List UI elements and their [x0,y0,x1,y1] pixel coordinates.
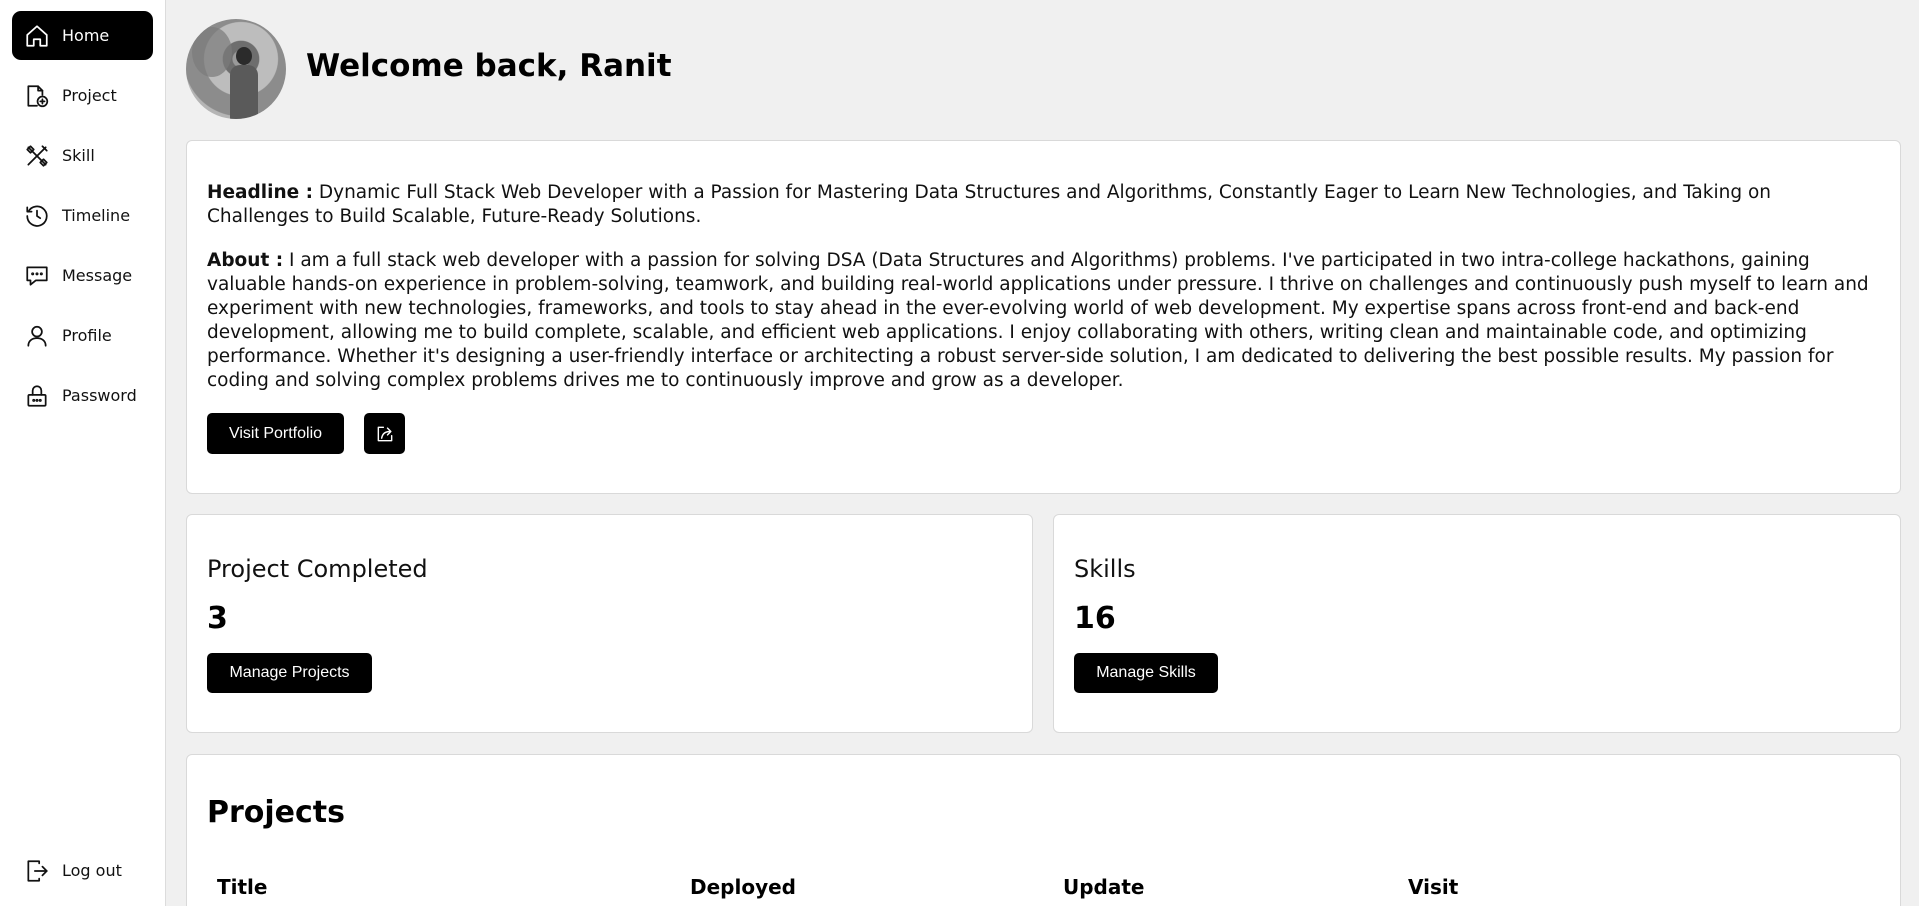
headline-value: Dynamic Full Stack Web Developer with a … [207,182,1772,227]
logout-label: Log out [62,861,122,880]
share-icon [375,424,395,444]
lock-icon [24,383,50,409]
column-header-update: Update [1063,875,1145,899]
sidebar-item-label: Message [62,266,133,285]
share-button[interactable] [364,413,405,454]
projects-stat-title: Project Completed [207,555,428,583]
sidebar: Home Project Skill Timeline Message Prof… [0,0,166,906]
intro-card: Headline : Dynamic Full Stack Web Develo… [186,140,1901,494]
projects-stat-card: Project Completed 3 Manage Projects [186,514,1033,733]
projects-stat-value: 3 [207,601,228,636]
sidebar-item-message[interactable]: Message [12,251,153,300]
app-root: Home Project Skill Timeline Message Prof… [0,0,1919,906]
home-icon [24,23,50,49]
sidebar-item-label: Skill [62,146,95,165]
main-content: Welcome back, Ranit Headline : Dynamic F… [166,0,1919,906]
column-header-visit: Visit [1408,875,1459,899]
visit-portfolio-button[interactable]: Visit Portfolio [207,413,344,454]
logout-icon [24,858,50,884]
avatar [186,19,286,119]
tools-icon [24,143,50,169]
clock-icon [24,203,50,229]
sidebar-item-profile[interactable]: Profile [12,311,153,360]
message-icon [24,263,50,289]
user-icon [24,323,50,349]
manage-projects-button[interactable]: Manage Projects [207,653,372,693]
file-plus-icon [24,83,50,109]
skills-stat-title: Skills [1074,555,1136,583]
manage-skills-button[interactable]: Manage Skills [1074,653,1218,693]
headline-text: Headline : Dynamic Full Stack Web Develo… [207,181,1877,229]
about-text: About : I am a full stack web developer … [207,249,1877,393]
sidebar-item-label: Home [62,26,110,45]
logout-button[interactable]: Log out [12,846,153,895]
sidebar-item-password[interactable]: Password [12,371,153,420]
headline-label: Headline : [207,182,313,203]
sidebar-item-home[interactable]: Home [12,11,153,60]
projects-table-title: Projects [207,795,346,830]
sidebar-item-label: Project [62,86,117,105]
sidebar-item-project[interactable]: Project [12,71,153,120]
sidebar-item-label: Profile [62,326,112,345]
about-label: About : [207,250,284,271]
sidebar-item-skill[interactable]: Skill [12,131,153,180]
page-title: Welcome back, Ranit [306,48,672,84]
sidebar-item-label: Timeline [62,206,131,225]
skills-stat-card: Skills 16 Manage Skills [1053,514,1901,733]
projects-table-card: Projects Title Deployed Update Visit [186,754,1901,906]
sidebar-item-timeline[interactable]: Timeline [12,191,153,240]
skills-stat-value: 16 [1074,601,1116,636]
sidebar-item-label: Password [62,386,137,405]
column-header-deployed: Deployed [690,875,796,899]
about-value: I am a full stack web developer with a p… [207,250,1869,391]
column-header-title: Title [217,875,268,899]
